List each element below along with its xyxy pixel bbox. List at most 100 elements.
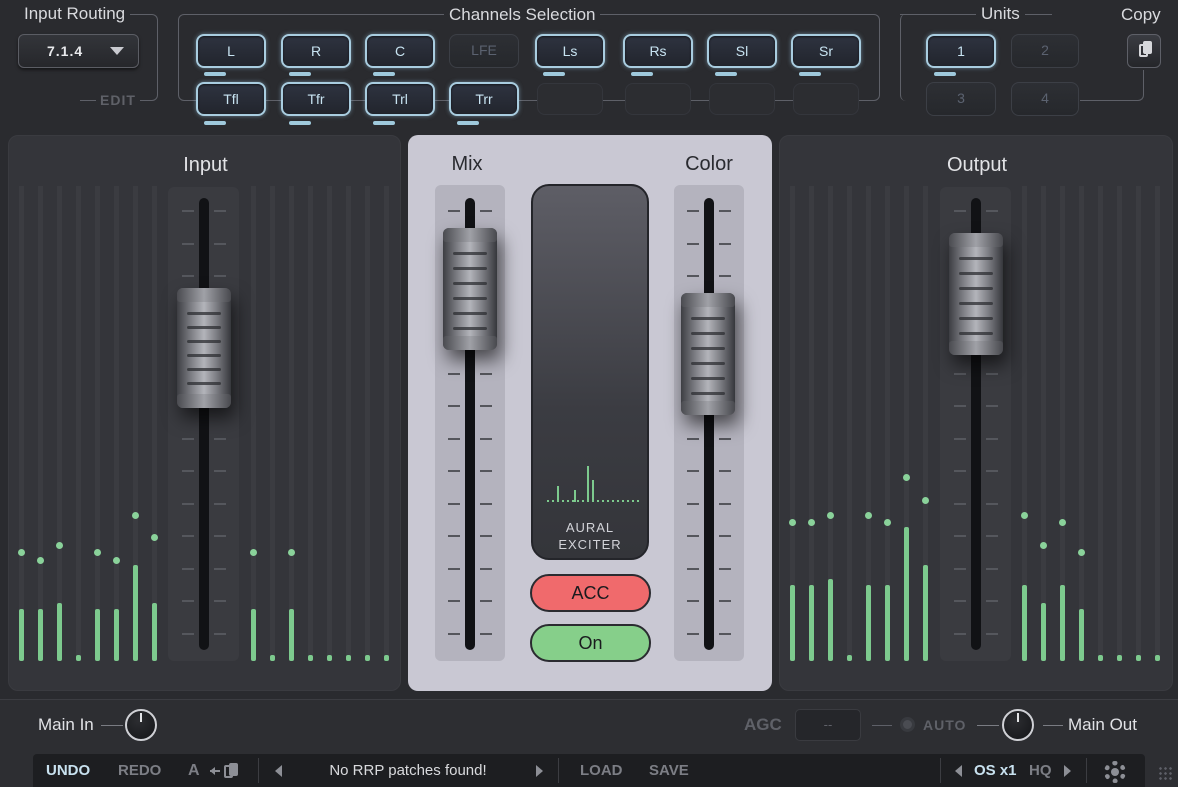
channel-button-trr[interactable]: Trr — [449, 82, 519, 116]
fader-grip-line — [453, 312, 487, 315]
fader-tick — [182, 243, 194, 245]
fader-tick — [214, 275, 226, 277]
fader-tick — [954, 600, 966, 602]
fader-cap-top — [443, 228, 497, 242]
meter-level — [1060, 585, 1065, 661]
redo-button[interactable]: REDO — [118, 754, 161, 787]
meter-peak — [903, 474, 910, 481]
meter-level — [152, 603, 157, 661]
channel-button-r[interactable]: R — [281, 34, 351, 68]
fader-grip-line — [691, 317, 725, 320]
arrow-head — [210, 767, 215, 775]
fader-tick — [480, 600, 492, 602]
os-next-icon[interactable] — [1064, 765, 1071, 777]
channel-button-sl[interactable]: Sl — [707, 34, 777, 68]
channel-button-trl[interactable]: Trl — [365, 82, 435, 116]
os-prev-icon[interactable] — [955, 765, 962, 777]
unit-button-4[interactable]: 4 — [1011, 82, 1079, 116]
hq-toggle[interactable]: HQ — [1029, 754, 1052, 787]
fader-tick — [687, 243, 699, 245]
resize-grip-icon[interactable] — [1158, 766, 1174, 782]
main-out-line-right — [1043, 725, 1063, 726]
spectrum-dot — [607, 500, 609, 502]
meter-peak — [827, 512, 834, 519]
unit-button-2[interactable]: 2 — [1011, 34, 1079, 68]
main-in-knob[interactable] — [125, 709, 157, 741]
save-button[interactable]: SAVE — [649, 754, 689, 787]
meter-level — [1136, 655, 1141, 661]
agc-label: AGC — [744, 715, 782, 734]
meter-level — [1022, 585, 1027, 661]
fader-tick — [719, 275, 731, 277]
meter-level — [270, 655, 275, 661]
meter-track — [76, 186, 81, 661]
fader-tick — [687, 470, 699, 472]
fader-tick — [986, 438, 998, 440]
input-fader-slot — [199, 198, 209, 650]
fader-grip-line — [959, 302, 993, 305]
copy-button[interactable] — [1127, 34, 1161, 68]
unit-button-1[interactable]: 1 — [926, 34, 996, 68]
channel-button-lfe[interactable]: LFE — [449, 34, 519, 68]
knob-indicator — [140, 713, 142, 722]
fader-tick — [214, 210, 226, 212]
undo-button[interactable]: UNDO — [46, 754, 90, 787]
ab-compare-button[interactable]: A — [188, 754, 200, 787]
fader-tick — [719, 470, 731, 472]
meter-peak — [808, 519, 815, 526]
meter-level — [847, 655, 852, 661]
channel-button-c[interactable]: C — [365, 34, 435, 68]
color-fader-handle[interactable] — [681, 293, 735, 415]
input-fader-handle[interactable] — [177, 288, 231, 408]
acc-button[interactable]: ACC — [530, 574, 651, 612]
next-patch-icon[interactable] — [536, 765, 543, 777]
fader-grip-line — [453, 252, 487, 255]
load-button[interactable]: LOAD — [580, 754, 623, 787]
fader-tick — [719, 568, 731, 570]
fader-tick — [480, 503, 492, 505]
main-out-label: Main Out — [1068, 715, 1137, 734]
channel-button-ls[interactable]: Ls — [535, 34, 605, 68]
meter-peak — [1021, 512, 1028, 519]
meter-level — [95, 609, 100, 661]
channel-indicator — [715, 72, 737, 76]
channel-button-sr[interactable]: Sr — [791, 34, 861, 68]
channel-indicator — [457, 121, 479, 125]
channel-button-l[interactable]: L — [196, 34, 266, 68]
prev-patch-icon[interactable] — [275, 765, 282, 777]
toolbar-separator — [258, 758, 259, 783]
fader-tick — [182, 503, 194, 505]
output-fader-handle[interactable] — [949, 233, 1003, 355]
channel-button-rs[interactable]: Rs — [623, 34, 693, 68]
fader-tick — [448, 210, 460, 212]
fader-cap-top — [681, 293, 735, 307]
on-button[interactable]: On — [530, 624, 651, 662]
fader-tick — [448, 600, 460, 602]
input-routing-select[interactable]: 7.1.4 — [18, 34, 139, 68]
mix-fader-handle[interactable] — [443, 228, 497, 350]
meter-track — [327, 186, 332, 661]
fader-tick — [986, 405, 998, 407]
gear-icon[interactable] — [1104, 761, 1126, 783]
fader-tick — [214, 633, 226, 635]
color-fader-slot — [704, 198, 714, 650]
fader-tick — [954, 470, 966, 472]
agc-field[interactable]: -- — [795, 709, 861, 741]
fader-grip-line — [959, 287, 993, 290]
fader-tick — [719, 633, 731, 635]
edit-routing-button[interactable]: EDIT — [96, 92, 140, 108]
exciter-title-line2: EXCITER — [558, 537, 622, 552]
channel-button-tfl[interactable]: Tfl — [196, 82, 266, 116]
ab-copy-icon[interactable] — [210, 763, 244, 779]
fader-tick — [687, 503, 699, 505]
channel-button-tfr[interactable]: Tfr — [281, 82, 351, 116]
unit-button-3[interactable]: 3 — [926, 82, 996, 116]
fader-grip-line — [959, 332, 993, 335]
fader-tick — [719, 438, 731, 440]
oversampling-value[interactable]: OS x1 — [974, 754, 1017, 787]
auto-radio[interactable] — [900, 717, 915, 732]
auto-label: AUTO — [923, 717, 967, 733]
main-in-label: Main In — [38, 715, 94, 734]
main-out-knob[interactable] — [1002, 709, 1034, 741]
fader-tick — [214, 243, 226, 245]
